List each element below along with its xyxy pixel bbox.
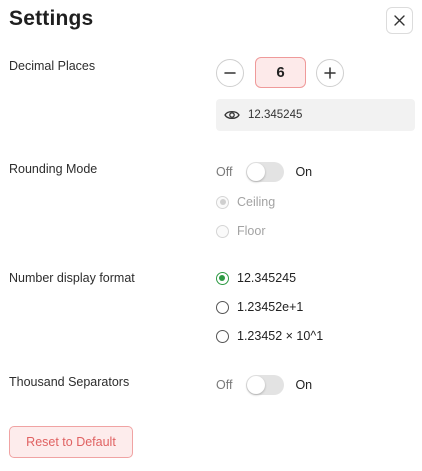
format-option-scientific[interactable]: 1.23452 × 10^1 xyxy=(216,329,323,343)
rounding-option-label: Floor xyxy=(237,224,266,238)
separators-toggle-on-label: On xyxy=(295,378,313,392)
toggle-knob xyxy=(247,376,266,394)
format-option-label: 1.23452e+1 xyxy=(237,300,304,314)
rounding-mode-toggle[interactable] xyxy=(246,162,285,182)
format-option-decimal[interactable]: 12.345245 xyxy=(216,271,296,285)
thousand-separators-toggle-row: Off On xyxy=(216,375,312,395)
decimal-places-label: Decimal Places xyxy=(9,59,96,73)
plus-icon xyxy=(324,67,336,79)
increment-button[interactable] xyxy=(316,59,344,87)
radio-button[interactable] xyxy=(216,300,229,314)
decrement-button[interactable] xyxy=(216,59,244,87)
radio-button[interactable] xyxy=(216,329,229,343)
decimal-preview: 12.345245 xyxy=(216,99,415,131)
radio-button[interactable] xyxy=(216,195,229,209)
decimal-preview-value: 12.345245 xyxy=(248,109,303,121)
rounding-mode-label: Rounding Mode xyxy=(9,162,98,176)
rounding-toggle-off-label: Off xyxy=(216,165,233,179)
separators-toggle-off-label: Off xyxy=(216,378,233,392)
thousand-separators-label: Thousand Separators xyxy=(9,375,130,389)
page-title: Settings xyxy=(9,7,94,30)
thousand-separators-toggle[interactable] xyxy=(246,375,285,395)
format-option-label: 12.345245 xyxy=(237,271,297,285)
minus-icon xyxy=(224,72,236,74)
rounding-option-floor[interactable]: Floor xyxy=(216,224,265,238)
rounding-toggle-on-label: On xyxy=(295,165,313,179)
format-option-exponential[interactable]: 1.23452e+1 xyxy=(216,300,303,314)
reset-to-default-button[interactable]: Reset to Default xyxy=(9,426,133,458)
decimal-places-value[interactable]: 6 xyxy=(255,57,306,88)
close-button[interactable] xyxy=(386,7,413,34)
rounding-option-ceiling[interactable]: Ceiling xyxy=(216,195,275,209)
format-option-label: 1.23452 × 10^1 xyxy=(237,329,324,343)
number-format-label: Number display format xyxy=(9,271,135,285)
eye-icon xyxy=(224,110,240,120)
radio-button[interactable] xyxy=(216,224,229,238)
toggle-knob xyxy=(247,163,266,181)
radio-button[interactable] xyxy=(216,271,229,285)
rounding-mode-toggle-row: Off On xyxy=(216,162,312,182)
rounding-option-label: Ceiling xyxy=(237,195,276,209)
close-icon xyxy=(394,15,405,26)
